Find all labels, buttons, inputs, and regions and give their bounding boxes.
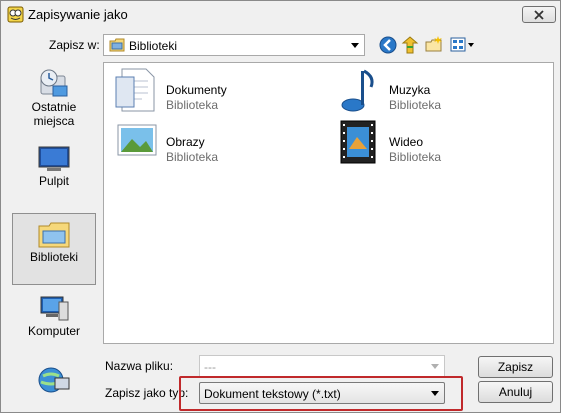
pictures-library-icon [117,124,157,156]
filetype-dropdown[interactable]: Dokument tekstowy (*.txt) [199,382,445,404]
network-icon [38,367,70,393]
up-folder-button[interactable] [400,35,420,55]
filename-value: --- [204,360,216,374]
videos-library-icon [340,120,376,164]
list-item-videos[interactable]: Wideo Biblioteka [331,119,551,165]
list-item-pictures[interactable]: Obrazy Biblioteka [108,119,328,165]
file-name: Obrazy [166,135,205,149]
documents-library-icon [115,68,155,112]
file-list[interactable]: Dokumenty Biblioteka Muzyka Biblioteka O… [103,62,554,344]
file-type: Biblioteka [166,150,219,164]
list-item-music[interactable]: Muzyka Biblioteka [331,67,551,113]
chevron-down-icon [431,391,439,396]
place-libraries[interactable]: Biblioteki [12,213,96,285]
filename-label: Nazwa pliku: [105,359,174,373]
filename-field[interactable]: --- [199,355,445,377]
place-network[interactable] [12,362,96,404]
cancel-button[interactable]: Anuluj [478,381,553,403]
save-in-label: Zapisz w: [49,38,100,52]
place-desktop-label: Pulpit [38,174,70,188]
place-recent-label: Ostatnie miejsca [31,100,77,128]
close-button[interactable] [522,6,556,23]
file-type: Biblioteka [389,150,442,164]
views-menu-button[interactable] [449,35,475,55]
window-title: Zapisywanie jako [28,7,128,22]
save-as-dialog: Zapisywanie jako Zapisz w: Biblioteki Os… [0,0,561,413]
filetype-label: Zapisz jako typ: [105,386,189,400]
music-library-icon [341,69,374,112]
new-folder-button[interactable] [424,35,444,55]
close-icon [534,9,544,20]
computer-icon [40,296,69,321]
notepad-icon [7,6,24,23]
desktop-icon [38,146,70,171]
place-recent[interactable]: Ostatnie miejsca [12,68,96,138]
file-name: Muzyka [389,83,431,97]
filetype-value: Dokument tekstowy (*.txt) [204,387,341,401]
file-type: Biblioteka [166,98,219,112]
libraries-folder-icon [109,38,125,52]
place-computer[interactable]: Komputer [12,294,96,346]
place-libraries-label: Biblioteki [29,250,79,264]
place-desktop[interactable]: Pulpit [12,144,96,196]
back-button[interactable] [378,35,398,55]
file-type: Biblioteka [389,98,442,112]
chevron-down-icon [431,364,439,369]
file-name: Wideo [389,135,424,149]
place-computer-label: Komputer [27,324,81,338]
save-in-value: Biblioteki [129,39,178,53]
list-item-documents[interactable]: Dokumenty Biblioteka [108,67,328,113]
chevron-down-icon [351,43,359,48]
recent-places-icon [40,69,68,97]
libraries-icon [38,222,70,248]
title-bar[interactable]: Zapisywanie jako [1,1,560,29]
save-button[interactable]: Zapisz [478,356,553,378]
places-bar: Ostatnie miejsca Pulpit Biblioteki Kompu… [7,62,99,409]
save-in-dropdown[interactable]: Biblioteki [103,34,365,56]
file-name: Dokumenty [166,83,227,97]
